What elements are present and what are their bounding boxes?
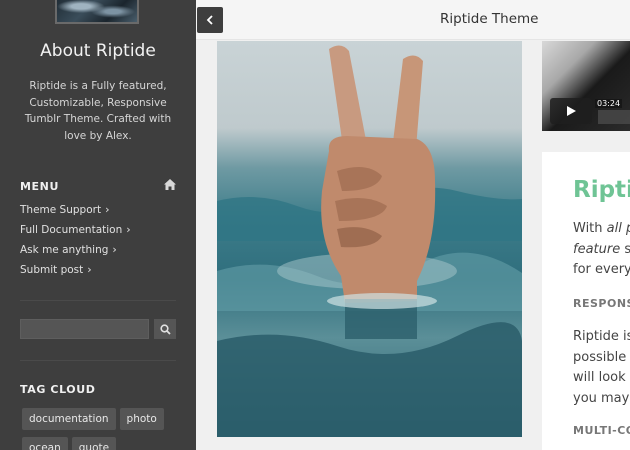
post-subheading: RESPONSI	[573, 297, 630, 310]
post-intro-line: With all p	[573, 221, 630, 236]
post-intro-line: for everyo	[573, 262, 630, 277]
menu-item-label: Theme Support	[20, 204, 102, 216]
post-paragraph-line: possible d	[573, 349, 630, 365]
chevron-right-icon: ›	[112, 243, 117, 256]
post-title[interactable]: Riptid	[573, 177, 630, 203]
tag-documentation[interactable]: documentation	[22, 408, 116, 430]
site-title[interactable]: Riptide Theme	[440, 11, 630, 27]
video-duration: 03:24	[595, 99, 623, 108]
chevron-right-icon: ›	[126, 223, 131, 236]
tag-cloud-heading: TAG CLOUD	[20, 383, 96, 396]
post-paragraph-line: Riptide is	[573, 329, 630, 344]
menu-item-submit-post[interactable]: Submit post ›	[20, 263, 131, 283]
post-paragraph-line: will look e	[573, 370, 630, 385]
video-progress-bar[interactable]	[598, 110, 630, 124]
divider	[20, 360, 176, 361]
post-intro: With all p feature su for everyo	[573, 219, 630, 281]
play-button[interactable]	[550, 98, 592, 124]
tag-ocean[interactable]: ocean	[22, 437, 68, 450]
tag-cloud: documentation photo ocean quote	[22, 407, 182, 450]
chevron-left-icon	[206, 15, 213, 25]
chevron-right-icon: ›	[105, 203, 110, 216]
text-post-card: Riptid With all p feature su for everyo …	[542, 152, 630, 450]
play-icon	[567, 106, 576, 116]
menu-item-theme-support[interactable]: Theme Support ›	[20, 203, 131, 223]
photo-post-image[interactable]	[217, 41, 522, 437]
tag-quote[interactable]: quote	[71, 437, 117, 450]
menu-list: Theme Support › Full Documentation › Ask m…	[20, 203, 131, 283]
post-paragraph: Riptide is possible d will look e you ma…	[573, 327, 630, 409]
menu-heading: MENU	[20, 180, 59, 193]
about-description: Riptide is a Fully featured, Customizabl…	[24, 80, 172, 142]
menu-item-label: Ask me anything	[20, 244, 109, 256]
menu-item-label: Full Documentation	[20, 224, 123, 236]
peace-hand-image	[217, 45, 522, 437]
menu-item-label: Submit post	[20, 264, 84, 276]
post-paragraph-line: you may	[573, 390, 630, 406]
post-intro-line: feature su	[573, 241, 630, 257]
menu-item-full-documentation[interactable]: Full Documentation ›	[20, 223, 131, 243]
menu-item-ask-me-anything[interactable]: Ask me anything ›	[20, 243, 131, 263]
about-title: About Riptide	[40, 41, 156, 61]
tag-photo[interactable]: photo	[119, 408, 164, 430]
post-subheading: MULTI-CO	[573, 424, 630, 437]
chevron-right-icon: ›	[87, 263, 92, 276]
search-input[interactable]	[20, 319, 149, 339]
avatar[interactable]	[55, 0, 139, 24]
search-button[interactable]	[154, 319, 176, 339]
sidebar: About Riptide Riptide is a Fully feature…	[0, 0, 196, 450]
sidebar-toggle-button[interactable]	[197, 7, 223, 33]
search-icon	[159, 323, 171, 335]
home-icon[interactable]	[163, 178, 177, 191]
divider	[20, 300, 176, 301]
